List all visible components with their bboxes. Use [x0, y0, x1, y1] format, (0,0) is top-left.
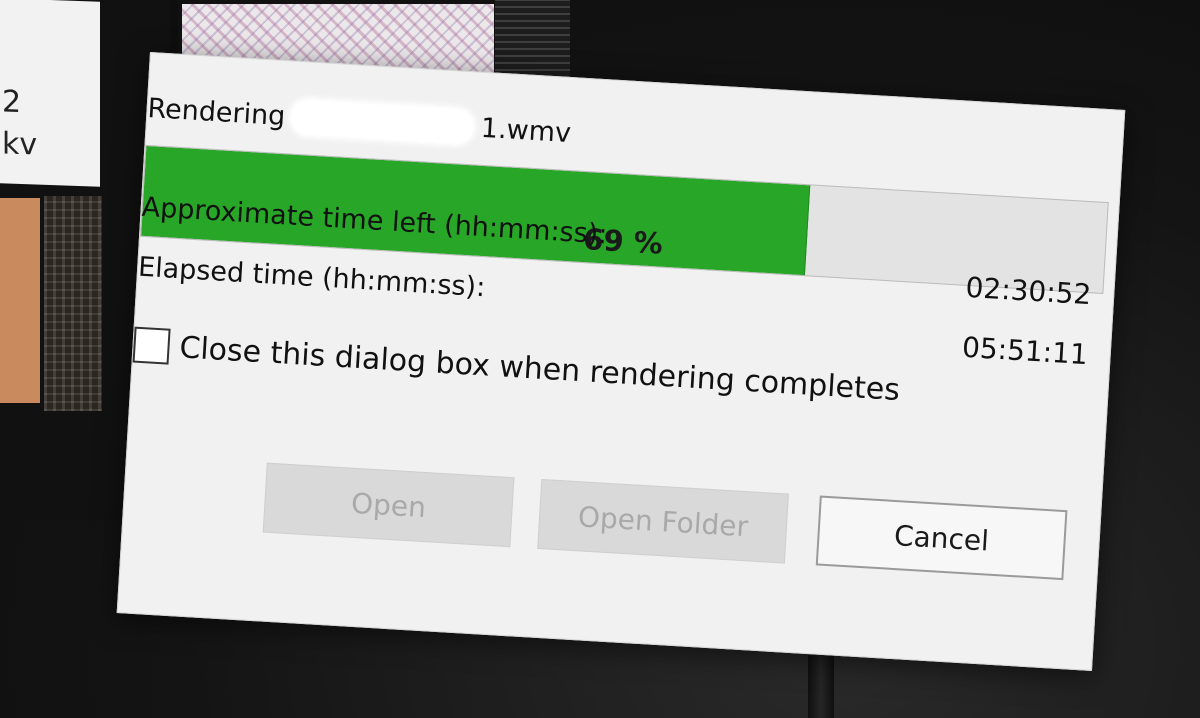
background-thumbnail-grid	[44, 196, 102, 411]
filename-redaction	[290, 99, 474, 145]
screen: 2 kv Rendering 1.wmv 69 % Approximate ti…	[0, 0, 1200, 718]
close-on-complete-label: Close this dialog box when rendering com…	[178, 329, 901, 408]
close-on-complete-option[interactable]: Close this dialog box when rendering com…	[132, 326, 901, 408]
background-thumbnail: 2 kv	[0, 0, 100, 187]
elapsed-time-label: Elapsed time (hh:mm:ss):	[137, 251, 487, 304]
elapsed-time-value: 05:51:11	[961, 330, 1089, 372]
close-on-complete-checkbox[interactable]	[132, 326, 171, 365]
rendering-filename: 1.wmv	[480, 112, 572, 149]
rendering-dialog: Rendering 1.wmv 69 % Approximate time le…	[116, 52, 1126, 671]
thumbnail-caption-line2: kv	[2, 126, 38, 163]
open-folder-button[interactable]: Open Folder	[537, 478, 789, 564]
background-thumbnail-orange	[0, 198, 40, 403]
rendering-title: Rendering 1.wmv	[147, 91, 572, 150]
thumbnail-caption-line1: 2	[2, 84, 22, 120]
rendering-label: Rendering	[146, 92, 287, 132]
cancel-button[interactable]: Cancel	[815, 495, 1068, 581]
open-button[interactable]: Open	[262, 462, 515, 548]
